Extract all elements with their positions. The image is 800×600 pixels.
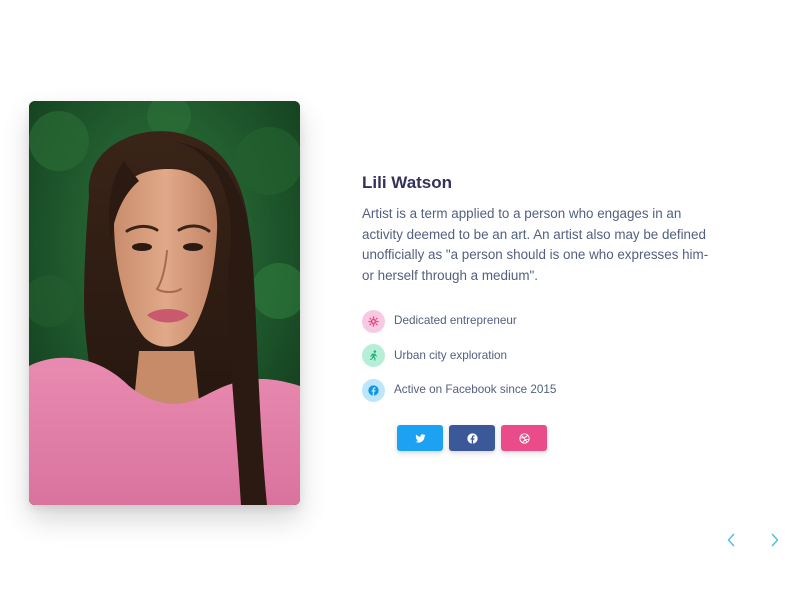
dribbble-icon [518, 432, 530, 444]
social-buttons [397, 425, 547, 451]
dribbble-button[interactable] [501, 425, 547, 451]
chevron-right-icon [771, 533, 779, 547]
facebook-icon [466, 432, 478, 444]
profile-carousel-slide: Lili Watson Artist is a term applied to … [0, 0, 800, 600]
profile-bio: Artist is a term applied to a person who… [362, 206, 709, 284]
list-item: Dedicated entrepreneur [362, 309, 662, 333]
portrait-illustration [29, 101, 300, 505]
twitter-icon [414, 433, 426, 443]
profile-info: Lili Watson Artist is a term applied to … [362, 172, 712, 287]
profile-name: Lili Watson [362, 173, 453, 192]
list-item: Urban city exploration [362, 344, 662, 368]
feature-label: Urban city exploration [394, 348, 508, 362]
feature-list: Dedicated entrepreneur Urban city explor… [362, 309, 662, 413]
facebook-icon [362, 378, 385, 402]
carousel-prev-button[interactable] [721, 530, 741, 550]
carousel-next-button[interactable] [765, 530, 785, 550]
facebook-button[interactable] [449, 425, 495, 451]
feature-label: Active on Facebook since 2015 [394, 383, 557, 396]
chevron-left-icon [727, 533, 735, 547]
profile-photo [29, 101, 300, 505]
feature-label: Dedicated entrepreneur [394, 314, 517, 327]
settings-icon [362, 309, 385, 333]
running-person-icon [362, 344, 385, 367]
twitter-button[interactable] [397, 425, 443, 451]
list-item: Active on Facebook since 2015 [362, 378, 662, 402]
